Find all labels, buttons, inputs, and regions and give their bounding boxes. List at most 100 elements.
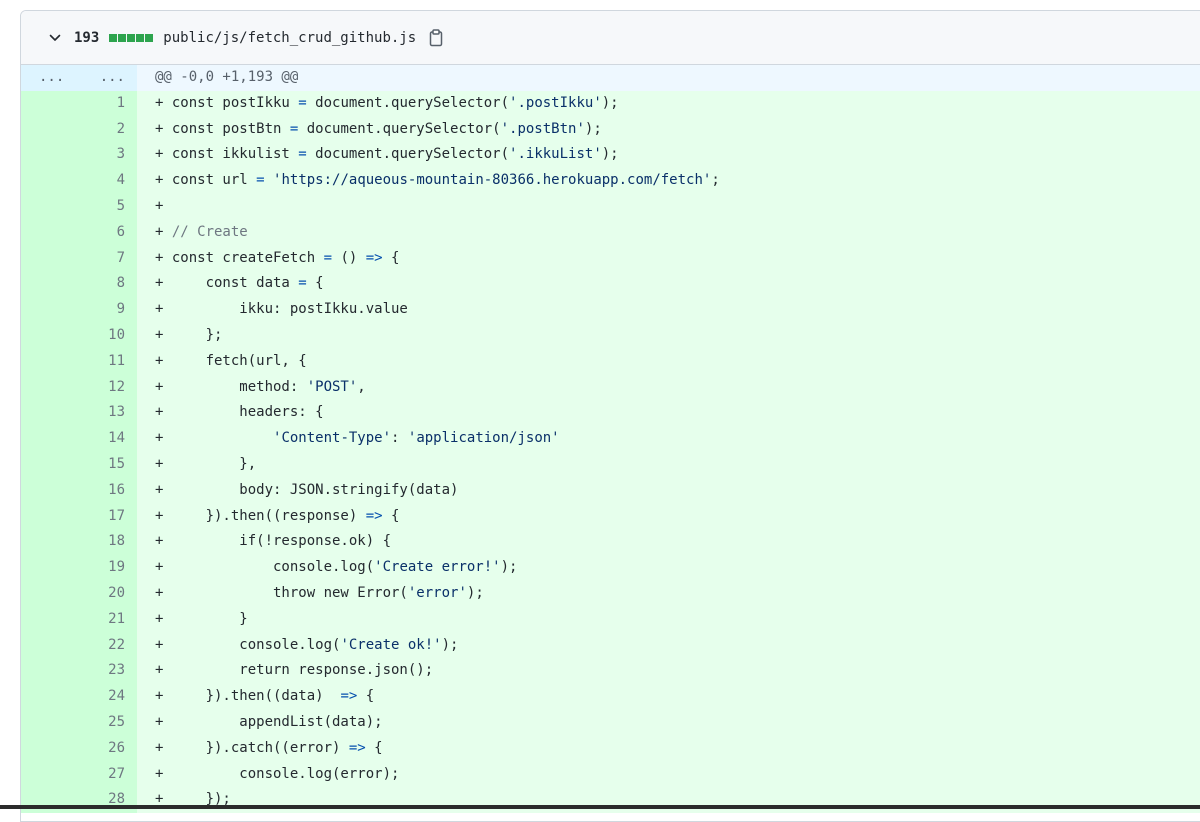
old-line-number[interactable] xyxy=(21,322,87,349)
new-line-number[interactable]: 7 xyxy=(87,245,137,272)
old-line-number[interactable] xyxy=(21,787,87,814)
old-line-number[interactable] xyxy=(21,451,87,478)
new-line-number[interactable]: 26 xyxy=(87,735,137,762)
diff-line: 5 + xyxy=(21,193,1200,220)
new-line-number[interactable]: 22 xyxy=(87,632,137,659)
hunk-header-row: ... ... @@ -0,0 +1,193 @@ xyxy=(21,65,1200,91)
code-line: + throw new Error('error'); xyxy=(137,580,1200,607)
hunk-header: @@ -0,0 +1,193 @@ xyxy=(137,65,1200,91)
chevron-down-icon[interactable] xyxy=(48,31,62,45)
old-line-number[interactable] xyxy=(21,684,87,710)
new-line-number[interactable]: 25 xyxy=(87,709,137,736)
diff-line: 11 + fetch(url, { xyxy=(21,348,1200,375)
code-line: + const postBtn = document.querySelector… xyxy=(137,116,1200,143)
new-line-number[interactable]: 14 xyxy=(87,426,137,452)
new-line-number[interactable]: 21 xyxy=(87,606,137,633)
old-line-number[interactable] xyxy=(21,761,87,788)
old-line-number[interactable] xyxy=(21,374,87,401)
new-line-number[interactable]: 13 xyxy=(87,400,137,427)
old-line-number[interactable] xyxy=(21,168,87,194)
old-line-number[interactable] xyxy=(21,529,87,556)
old-line-number[interactable] xyxy=(21,658,87,685)
new-line-number[interactable]: 23 xyxy=(87,658,137,685)
old-line-number[interactable] xyxy=(21,400,87,427)
new-line-number[interactable]: 9 xyxy=(87,297,137,323)
old-line-number[interactable] xyxy=(21,219,87,246)
code-line: + }).catch((error) => { xyxy=(137,735,1200,762)
diff-line: 10 + }; xyxy=(21,322,1200,349)
diff-line: 16 + body: JSON.stringify(data) xyxy=(21,477,1200,504)
old-line-number[interactable] xyxy=(21,116,87,143)
new-line-number[interactable]: 2 xyxy=(87,116,137,143)
old-line-number[interactable] xyxy=(21,632,87,659)
new-line-number[interactable]: 15 xyxy=(87,451,137,478)
code-line: + appendList(data); xyxy=(137,709,1200,736)
code-line: + const ikkulist = document.querySelecto… xyxy=(137,142,1200,169)
old-line-number[interactable] xyxy=(21,580,87,607)
code-line: + }; xyxy=(137,322,1200,349)
diffstat-block xyxy=(136,33,145,42)
code-line: + method: 'POST', xyxy=(137,374,1200,401)
code-line: + 'Content-Type': 'application/json' xyxy=(137,426,1200,452)
diffstat-block xyxy=(118,33,127,42)
diff-line: 4 + const url = 'https://aqueous-mountain… xyxy=(21,168,1200,194)
diffstat-block xyxy=(127,33,136,42)
new-line-number[interactable]: 16 xyxy=(87,477,137,504)
code-line: + } xyxy=(137,606,1200,633)
new-line-number[interactable]: 11 xyxy=(87,348,137,375)
old-line-number[interactable] xyxy=(21,193,87,220)
file-path[interactable]: public/js/fetch_crud_github.js xyxy=(163,30,416,46)
copy-icon[interactable] xyxy=(428,28,444,47)
expand-up-button[interactable]: ... xyxy=(21,65,87,91)
bottom-edge xyxy=(0,805,1200,809)
old-line-number[interactable] xyxy=(21,709,87,736)
new-line-number[interactable]: 5 xyxy=(87,193,137,220)
diff-line: 14 + 'Content-Type': 'application/json' xyxy=(21,426,1200,452)
diff-line: 2 + const postBtn = document.querySelecto… xyxy=(21,116,1200,143)
diff-line: 21 + } xyxy=(21,606,1200,633)
diff-line: 8 + const data = { xyxy=(21,271,1200,298)
diffstat-block xyxy=(109,33,118,42)
code-line: + return response.json(); xyxy=(137,658,1200,685)
diff-line: 19 + console.log('Create error!'); xyxy=(21,555,1200,581)
new-line-number[interactable]: 20 xyxy=(87,580,137,607)
old-line-number[interactable] xyxy=(21,297,87,323)
new-line-number[interactable]: 6 xyxy=(87,219,137,246)
new-line-number[interactable]: 24 xyxy=(87,684,137,710)
old-line-number[interactable] xyxy=(21,271,87,298)
new-line-number[interactable]: 10 xyxy=(87,322,137,349)
code-line: + const postIkku = document.querySelecto… xyxy=(137,90,1200,117)
new-line-number[interactable]: 12 xyxy=(87,374,137,401)
diff-line: 17 + }).then((response) => { xyxy=(21,503,1200,530)
code-line: + }, xyxy=(137,451,1200,478)
new-line-number[interactable]: 8 xyxy=(87,271,137,298)
expand-down-button[interactable]: ... xyxy=(87,65,137,91)
new-line-number[interactable]: 28 xyxy=(87,787,137,814)
old-line-number[interactable] xyxy=(21,348,87,375)
code-line: + xyxy=(137,193,1200,220)
code-line: + headers: { xyxy=(137,400,1200,427)
new-line-number[interactable]: 1 xyxy=(87,90,137,117)
old-line-number[interactable] xyxy=(21,426,87,452)
old-line-number[interactable] xyxy=(21,90,87,117)
diff-table: ... ... @@ -0,0 +1,193 @@ 1 + const postI… xyxy=(21,65,1200,814)
diff-line: 6 + // Create xyxy=(21,219,1200,246)
new-line-number[interactable]: 18 xyxy=(87,529,137,556)
old-line-number[interactable] xyxy=(21,503,87,530)
new-line-number[interactable]: 27 xyxy=(87,761,137,788)
diff-line: 7 + const createFetch = () => { xyxy=(21,245,1200,272)
diff-line: 1 + const postIkku = document.querySelect… xyxy=(21,90,1200,117)
diff-line: 15 + }, xyxy=(21,451,1200,478)
new-line-number[interactable]: 17 xyxy=(87,503,137,530)
old-line-number[interactable] xyxy=(21,477,87,504)
code-line: + if(!response.ok) { xyxy=(137,529,1200,556)
new-line-number[interactable]: 4 xyxy=(87,168,137,194)
old-line-number[interactable] xyxy=(21,606,87,633)
code-line: + console.log('Create error!'); xyxy=(137,555,1200,581)
new-line-number[interactable]: 19 xyxy=(87,555,137,581)
new-line-number[interactable]: 3 xyxy=(87,142,137,169)
old-line-number[interactable] xyxy=(21,245,87,272)
old-line-number[interactable] xyxy=(21,735,87,762)
old-line-number[interactable] xyxy=(21,142,87,169)
old-line-number[interactable] xyxy=(21,555,87,581)
